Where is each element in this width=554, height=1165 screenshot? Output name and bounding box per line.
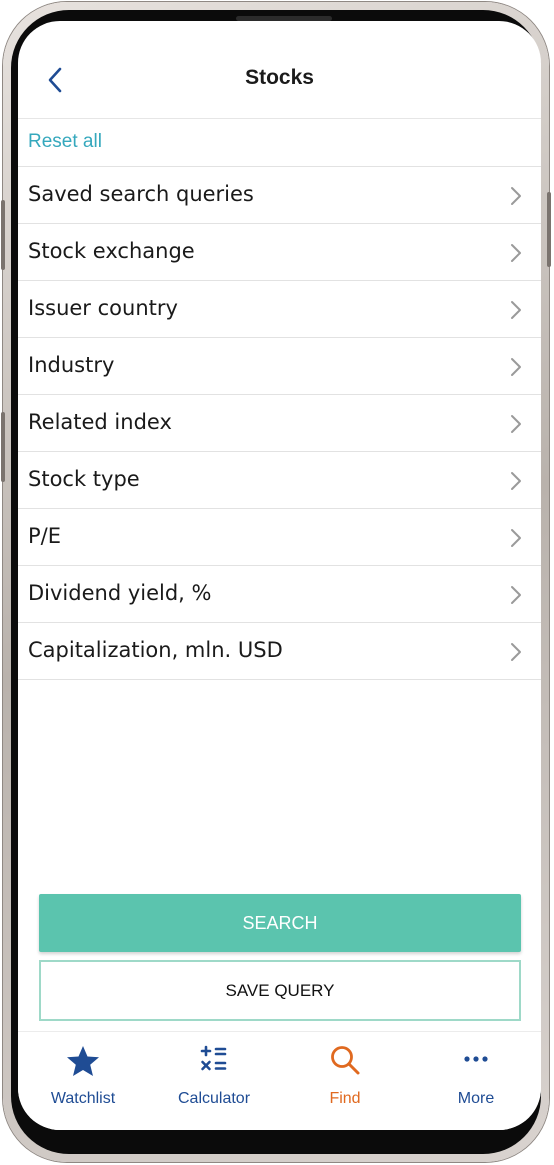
calculator-icon [200, 1045, 227, 1071]
tab-label: Find [329, 1090, 361, 1107]
chevron-right-icon [511, 472, 521, 490]
search-button[interactable]: SEARCH [39, 894, 521, 952]
filter-label: P/E [28, 524, 62, 548]
app-screen: Stocks Reset all Saved search queries St… [18, 21, 541, 1130]
search-icon [331, 1046, 360, 1075]
chevron-right-icon [511, 244, 521, 262]
star-icon [67, 1046, 99, 1076]
bottom-tab-bar: Watchlist Calculator Find More [18, 1031, 541, 1130]
filter-row-industry[interactable]: Industry [18, 338, 541, 395]
power-button [547, 192, 551, 267]
chevron-right-icon [511, 415, 521, 433]
filter-row-saved-search-queries[interactable]: Saved search queries [18, 167, 541, 224]
filter-row-stock-exchange[interactable]: Stock exchange [18, 224, 541, 281]
filter-label: Saved search queries [28, 182, 254, 206]
tab-watchlist[interactable]: Watchlist [18, 1032, 148, 1130]
save-query-button[interactable]: SAVE QUERY [39, 960, 521, 1021]
tab-label: Watchlist [50, 1090, 116, 1107]
filter-row-stock-type[interactable]: Stock type [18, 452, 541, 509]
chevron-right-icon [511, 643, 521, 661]
filter-label: Stock type [28, 467, 140, 491]
more-icon [464, 1056, 488, 1062]
filter-label: Related index [28, 410, 172, 434]
device-frame: Stocks Reset all Saved search queries St… [1, 2, 551, 1162]
filter-label: Stock exchange [28, 239, 195, 263]
chevron-right-icon [511, 301, 521, 319]
page-title: Stocks [245, 66, 314, 89]
chevron-right-icon [511, 586, 521, 604]
filter-row-issuer-country[interactable]: Issuer country [18, 281, 541, 338]
tab-calculator[interactable]: Calculator [149, 1032, 279, 1130]
tab-more[interactable]: More [411, 1032, 541, 1130]
filter-label: Capitalization, mln. USD [28, 638, 283, 662]
filter-label: Dividend yield, % [28, 581, 212, 605]
tab-label: More [457, 1090, 495, 1107]
filter-row-related-index[interactable]: Related index [18, 395, 541, 452]
filter-list: Saved search queries Stock exchange Issu… [18, 166, 541, 680]
tab-find[interactable]: Find [280, 1032, 410, 1130]
volume-button [1, 412, 5, 482]
filter-label: Issuer country [28, 296, 178, 320]
reset-all-link[interactable]: Reset all [28, 131, 102, 153]
filter-row-dividend-yield[interactable]: Dividend yield, % [18, 566, 541, 623]
chevron-right-icon [511, 358, 521, 376]
volume-button [1, 200, 5, 270]
tab-label: Calculator [177, 1090, 251, 1107]
app-header: Stocks [18, 21, 541, 119]
chevron-right-icon [511, 529, 521, 547]
filter-label: Industry [28, 353, 115, 377]
filter-row-capitalization[interactable]: Capitalization, mln. USD [18, 623, 541, 680]
filter-row-pe[interactable]: P/E [18, 509, 541, 566]
chevron-right-icon [511, 187, 521, 205]
